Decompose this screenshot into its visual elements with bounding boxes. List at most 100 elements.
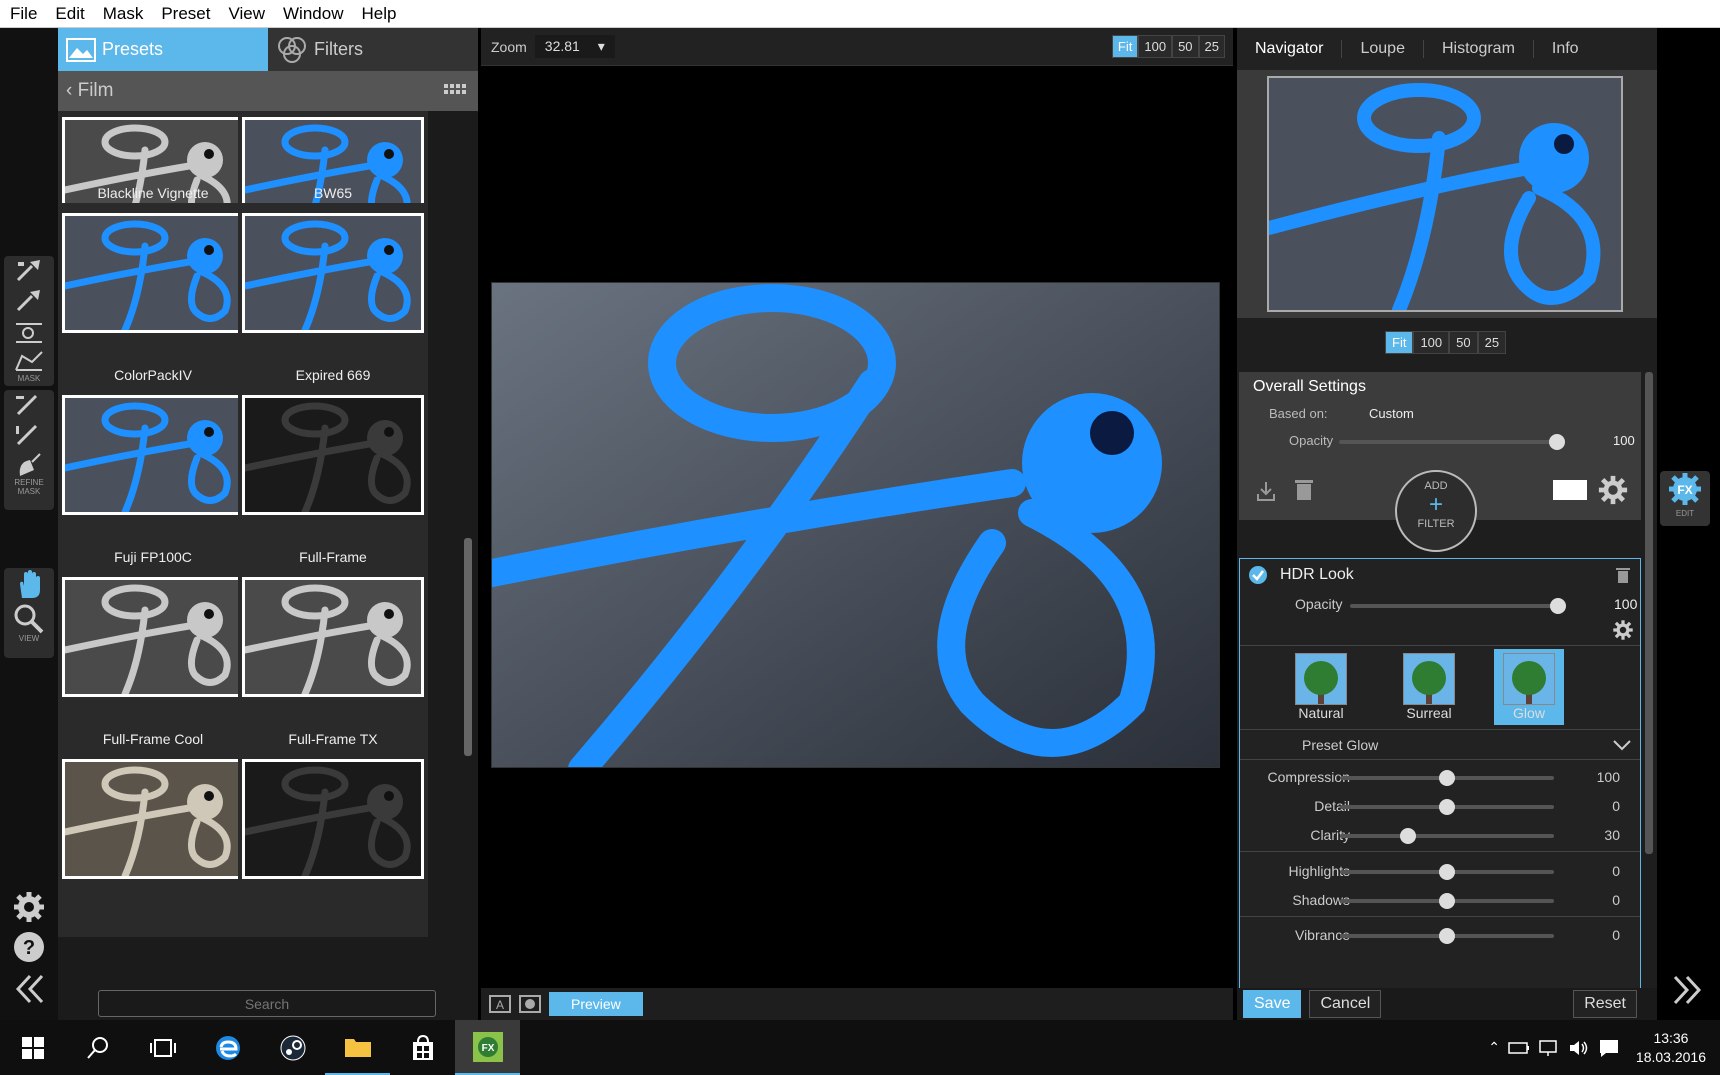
preset-tile[interactable]: Full-Frame (238, 385, 428, 573)
zoom-100-button[interactable]: 100 (1138, 35, 1173, 58)
preset-tile[interactable]: Full-Frame Cool (58, 567, 248, 755)
fx-app-button[interactable]: FX (455, 1020, 520, 1075)
slider-track[interactable] (1340, 928, 1554, 944)
trash-icon[interactable] (1293, 478, 1315, 502)
search-input[interactable] (98, 990, 436, 1017)
slider-track[interactable] (1340, 828, 1554, 844)
help-icon[interactable]: ? (12, 930, 46, 964)
preset-tile[interactable]: Fuji FP100C (58, 385, 248, 573)
zoom-50-button[interactable]: 50 (1172, 35, 1199, 58)
menu-mask[interactable]: Mask (94, 4, 153, 24)
preview-button[interactable]: Preview (549, 992, 643, 1016)
task-view-button[interactable] (130, 1020, 195, 1075)
slider-track[interactable] (1340, 893, 1554, 909)
hdr-gear-icon[interactable] (1612, 619, 1634, 641)
reset-button[interactable]: Reset (1573, 990, 1637, 1018)
tab-info[interactable]: Info (1534, 40, 1597, 58)
nav-zoom-50-button[interactable]: 50 (1449, 331, 1478, 354)
settings-scrollbar[interactable] (1645, 372, 1653, 854)
collapse-left-icon[interactable] (12, 972, 46, 1006)
tab-navigator[interactable]: Navigator (1237, 40, 1343, 58)
settings-gear-icon[interactable] (12, 890, 46, 924)
notifications-icon[interactable] (1598, 1038, 1620, 1058)
slider-knob[interactable] (1439, 893, 1455, 909)
breadcrumb-back[interactable]: ‹ Film (66, 80, 114, 102)
steam-button[interactable] (260, 1020, 325, 1075)
navigator-thumbnail[interactable] (1267, 76, 1623, 312)
preset-tile[interactable]: Expired 669 (238, 203, 428, 391)
edge-browser-button[interactable] (195, 1020, 260, 1075)
start-button[interactable] (0, 1020, 65, 1075)
preset-tile[interactable] (58, 749, 248, 937)
chisel-icon[interactable] (12, 450, 46, 480)
tab-filters[interactable]: Filters (268, 28, 478, 71)
chevron-up-icon[interactable]: ⌃ (1488, 1039, 1500, 1056)
zoom-icon[interactable] (12, 602, 46, 636)
export-icon[interactable] (1255, 480, 1277, 502)
hdr-style-glow[interactable]: Glow (1494, 649, 1564, 725)
store-button[interactable] (390, 1020, 455, 1075)
fx-edit-module[interactable]: FX EDIT (1660, 471, 1710, 526)
collapse-right-icon[interactable] (1671, 973, 1705, 1007)
hdr-style-surreal[interactable]: Surreal (1394, 649, 1464, 725)
mask-brush-icon[interactable] (12, 256, 46, 286)
slider-knob[interactable] (1550, 598, 1566, 614)
lasso-mask-icon[interactable] (12, 346, 46, 376)
preset-scrollbar[interactable] (464, 538, 472, 756)
cancel-button[interactable]: Cancel (1309, 990, 1382, 1018)
menu-view[interactable]: View (219, 4, 274, 24)
chevron-down-icon[interactable] (1612, 739, 1632, 751)
volume-icon[interactable] (1568, 1039, 1590, 1057)
save-button[interactable]: Save (1243, 990, 1302, 1018)
grid-view-icon[interactable] (444, 84, 468, 98)
gradient-mask-icon[interactable] (12, 316, 46, 346)
hand-icon[interactable] (12, 568, 46, 602)
nav-zoom-25-button[interactable]: 25 (1477, 331, 1507, 354)
preset-tile[interactable]: ColorPackIV (58, 203, 248, 391)
mask-eraser-icon[interactable] (12, 286, 46, 316)
before-after-icon[interactable]: A (489, 995, 511, 1013)
nav-zoom-fit-button[interactable]: Fit (1385, 331, 1414, 354)
tab-loupe[interactable]: Loupe (1342, 40, 1424, 58)
hdr-trash-icon[interactable] (1616, 567, 1630, 583)
preset-dropdown-label[interactable]: Preset Glow (1302, 737, 1378, 753)
refine-brush-icon[interactable] (12, 390, 46, 420)
preset-tile[interactable]: BW65 (238, 111, 428, 237)
slider-knob[interactable] (1439, 799, 1455, 815)
slider-track[interactable] (1340, 770, 1554, 786)
refine-eraser-icon[interactable] (12, 420, 46, 450)
file-explorer-button[interactable] (325, 1020, 390, 1075)
menu-help[interactable]: Help (352, 4, 405, 24)
hdr-opacity-slider[interactable] (1350, 598, 1566, 614)
preset-tile[interactable] (238, 749, 428, 937)
slider-knob[interactable] (1549, 434, 1565, 450)
preset-tile[interactable]: Full-Frame TX (238, 567, 428, 755)
zoom-dropdown[interactable]: 32.81 ▾ (534, 35, 615, 58)
menu-window[interactable]: Window (274, 4, 352, 24)
hdr-style-natural[interactable]: Natural (1286, 649, 1356, 725)
zoom-25-button[interactable]: 25 (1198, 35, 1225, 58)
slider-knob[interactable] (1439, 864, 1455, 880)
add-filter-button[interactable]: ADD + FILTER (1395, 470, 1477, 552)
slider-track[interactable] (1340, 864, 1554, 880)
slider-track[interactable] (1340, 799, 1554, 815)
filter-enabled-check-icon[interactable] (1248, 565, 1268, 585)
menu-file[interactable]: File (0, 4, 46, 24)
clock[interactable]: 13:36 18.03.2016 (1636, 1029, 1706, 1067)
main-photo[interactable] (491, 282, 1220, 768)
zoom-fit-button[interactable]: Fit (1111, 35, 1139, 58)
tab-presets[interactable]: Presets (58, 28, 268, 71)
mask-view-icon[interactable] (519, 995, 541, 1013)
slider-knob[interactable] (1439, 928, 1455, 944)
search-button[interactable] (65, 1020, 130, 1075)
menu-edit[interactable]: Edit (46, 4, 93, 24)
nav-zoom-100-button[interactable]: 100 (1413, 331, 1450, 354)
battery-icon[interactable] (1508, 1041, 1530, 1055)
overall-opacity-slider[interactable] (1339, 434, 1565, 450)
slider-knob[interactable] (1400, 828, 1416, 844)
network-icon[interactable] (1538, 1039, 1560, 1057)
tab-histogram[interactable]: Histogram (1424, 40, 1534, 58)
menu-preset[interactable]: Preset (152, 4, 219, 24)
slider-knob[interactable] (1439, 770, 1455, 786)
overall-gear-icon[interactable] (1597, 474, 1629, 506)
